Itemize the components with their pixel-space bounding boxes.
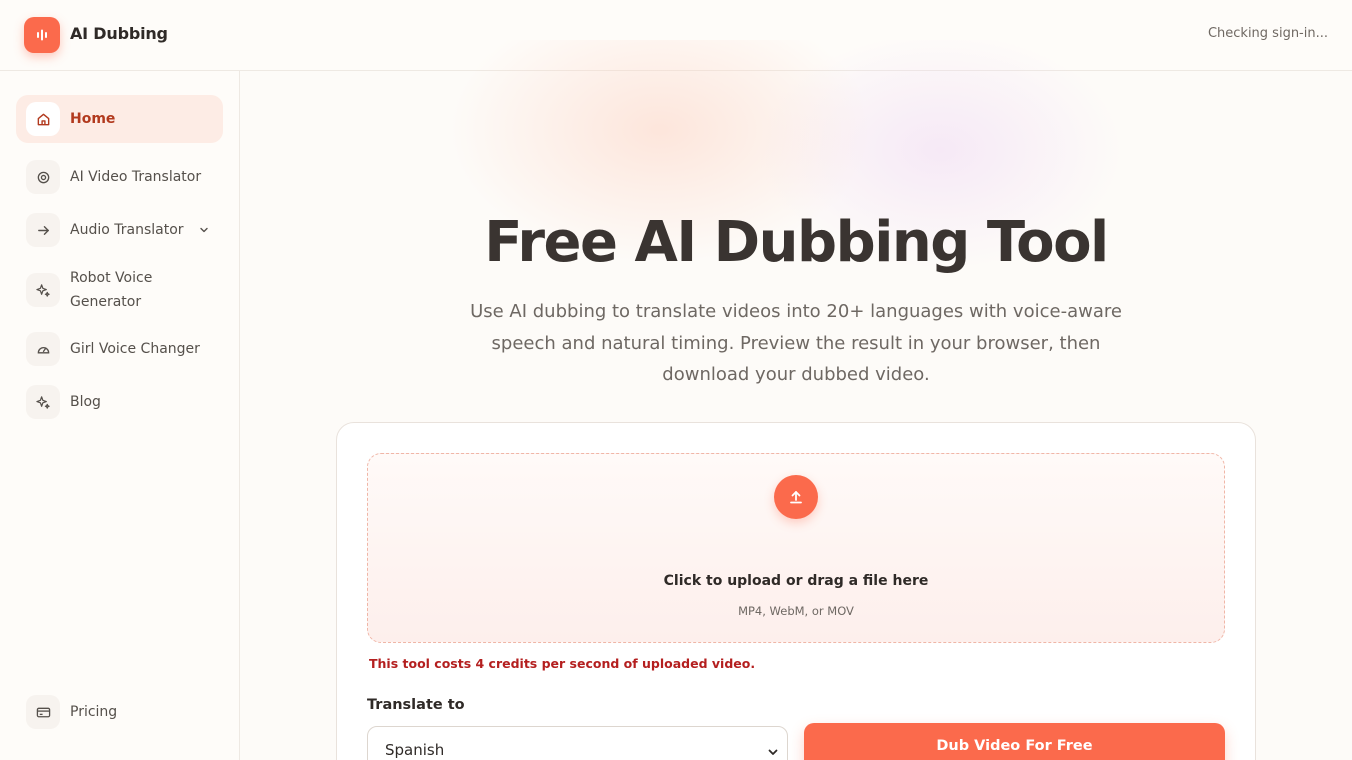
page-title: Free AI Dubbing Tool <box>484 210 1109 275</box>
sidebar-item-audio-translator[interactable]: Audio Translator <box>16 206 223 254</box>
dub-video-button[interactable]: Dub Video For Free <box>804 723 1225 760</box>
gauge-icon <box>26 332 60 366</box>
credit-card-icon <box>26 695 60 729</box>
sidebar-item-label: Pricing <box>70 704 118 720</box>
translate-to-label: Translate to <box>367 697 465 713</box>
sidebar-item-pricing[interactable]: Pricing <box>16 688 223 736</box>
app-name[interactable]: AI Dubbing <box>70 24 168 43</box>
selected-language: Spanish <box>385 741 445 759</box>
sidebar-item-label: Girl Voice Changer <box>70 341 200 357</box>
home-icon <box>26 102 60 136</box>
signin-status: Checking sign-in... <box>1207 26 1328 41</box>
target-icon <box>26 160 60 194</box>
sidebar-item-label: Generator <box>70 294 142 310</box>
sidebar-item-label: Home <box>70 111 116 127</box>
sidebar-item-label: Blog <box>70 394 101 410</box>
upload-icon[interactable] <box>774 475 818 519</box>
chevron-down-icon <box>767 744 779 760</box>
sidebar-item-home[interactable]: Home <box>16 95 223 143</box>
credit-cost-note: This tool costs 4 credits per second of … <box>369 656 756 671</box>
sidebar-item-ai-video-translator[interactable]: AI Video Translator <box>16 153 223 201</box>
sidebar-item-label: Audio Translator <box>70 222 184 238</box>
arrow-right-icon <box>26 213 60 247</box>
upload-formats: MP4, WebM, or MOV <box>738 604 854 618</box>
sidebar-item-robot-voice-generator[interactable]: Robot Voice Generator <box>16 265 223 315</box>
sidebar: Home AI Video Translator Audio Translato… <box>0 71 240 760</box>
sparkles-icon <box>26 385 60 419</box>
sparkles-icon <box>26 273 60 307</box>
logo-icon[interactable] <box>24 17 60 53</box>
upload-title: Click to upload or drag a file here <box>663 573 929 589</box>
page-description: Use AI dubbing to translate videos into … <box>470 301 1122 385</box>
top-header: AI Dubbing Checking sign-in... <box>0 0 1352 71</box>
sidebar-item-label: Robot Voice <box>70 270 153 286</box>
sidebar-item-label: AI Video Translator <box>70 169 202 185</box>
language-select[interactable]: Spanish <box>367 726 788 760</box>
sidebar-item-girl-voice-changer[interactable]: Girl Voice Changer <box>16 325 223 373</box>
upload-dropzone[interactable]: Click to upload or drag a file here MP4,… <box>367 453 1225 643</box>
chevron-down-icon[interactable] <box>199 223 209 239</box>
sidebar-item-blog[interactable]: Blog <box>16 378 223 426</box>
